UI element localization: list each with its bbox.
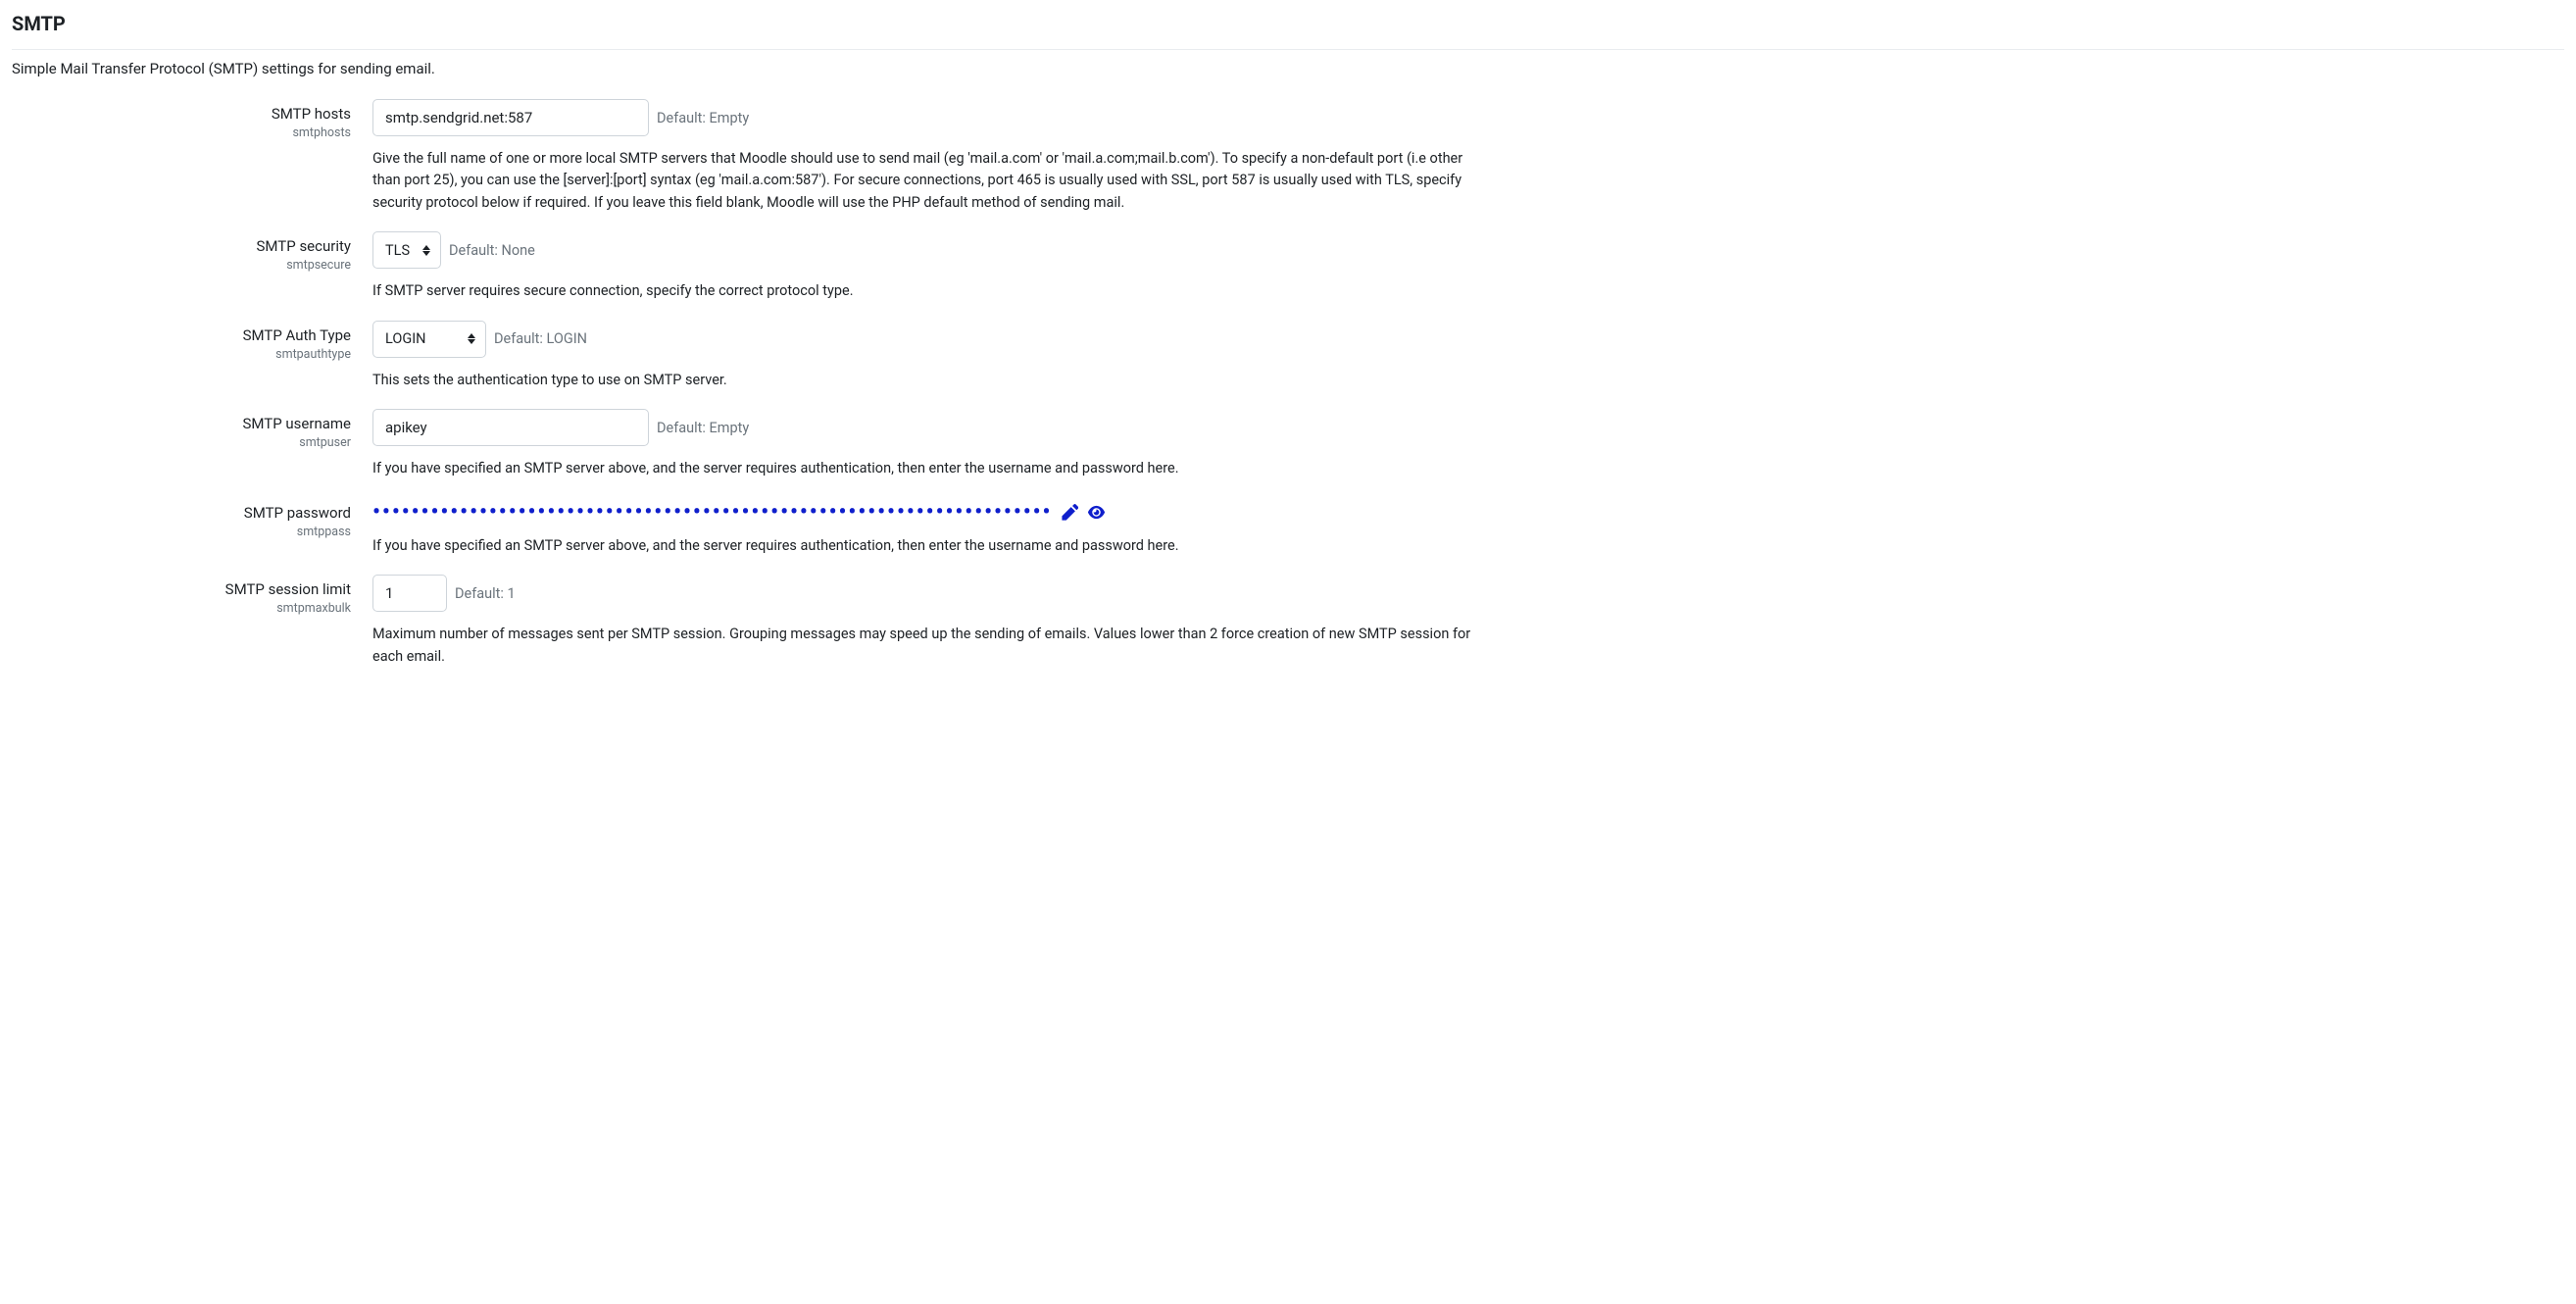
setting-smtppass: SMTP password smtppass •••••••••••••••••… bbox=[12, 498, 2564, 557]
smtpuser-default: Default: Empty bbox=[657, 420, 749, 436]
name-smtpauthtype: smtpauthtype bbox=[12, 347, 351, 362]
eye-icon[interactable] bbox=[1088, 504, 1105, 521]
setting-smtpuser: SMTP username smtpuser Default: Empty If… bbox=[12, 409, 2564, 479]
setting-smtpmaxbulk: SMTP session limit smtpmaxbulk Default: … bbox=[12, 575, 2564, 668]
smtpsecure-select[interactable]: TLS bbox=[373, 235, 440, 266]
section-title: SMTP bbox=[12, 12, 2564, 50]
setting-smtpauthtype: SMTP Auth Type smtpauthtype LOGIN Defaul… bbox=[12, 321, 2564, 391]
smtphosts-default: Default: Empty bbox=[657, 110, 749, 126]
smtpsecure-help: If SMTP server requires secure connectio… bbox=[372, 280, 1490, 302]
label-smtpuser: SMTP username bbox=[12, 415, 351, 432]
name-smtpuser: smtpuser bbox=[12, 435, 351, 450]
smtpmaxbulk-input[interactable] bbox=[372, 575, 447, 612]
label-smtpauthtype: SMTP Auth Type bbox=[12, 326, 351, 344]
smtppass-mask: ••••••••••••••••••••••••••••••••••••••••… bbox=[372, 502, 1052, 524]
smtpauthtype-select[interactable]: LOGIN bbox=[373, 324, 485, 354]
label-smtppass: SMTP password bbox=[12, 504, 351, 522]
label-smtpsecure: SMTP security bbox=[12, 237, 351, 255]
name-smtpsecure: smtpsecure bbox=[12, 258, 351, 273]
setting-smtpsecure: SMTP security smtpsecure TLS Default: No… bbox=[12, 231, 2564, 302]
smtphosts-input[interactable] bbox=[372, 99, 649, 136]
smtphosts-help: Give the full name of one or more local … bbox=[372, 148, 1490, 214]
label-smtpmaxbulk: SMTP session limit bbox=[12, 580, 351, 598]
name-smtpmaxbulk: smtpmaxbulk bbox=[12, 601, 351, 616]
label-smtphosts: SMTP hosts bbox=[12, 105, 351, 123]
smtpuser-input[interactable] bbox=[372, 409, 649, 446]
smtpauthtype-help: This sets the authentication type to use… bbox=[372, 370, 1490, 391]
name-smtppass: smtppass bbox=[12, 525, 351, 539]
section-description: Simple Mail Transfer Protocol (SMTP) set… bbox=[12, 60, 2564, 77]
smtppass-help: If you have specified an SMTP server abo… bbox=[372, 535, 1490, 557]
smtpmaxbulk-default: Default: 1 bbox=[455, 585, 516, 602]
edit-icon[interactable] bbox=[1062, 504, 1078, 521]
setting-smtphosts: SMTP hosts smtphosts Default: Empty Give… bbox=[12, 99, 2564, 214]
smtpauthtype-default: Default: LOGIN bbox=[494, 330, 587, 347]
name-smtphosts: smtphosts bbox=[12, 125, 351, 140]
smtpsecure-default: Default: None bbox=[449, 242, 535, 259]
smtpmaxbulk-help: Maximum number of messages sent per SMTP… bbox=[372, 624, 1490, 668]
smtpuser-help: If you have specified an SMTP server abo… bbox=[372, 458, 1490, 479]
